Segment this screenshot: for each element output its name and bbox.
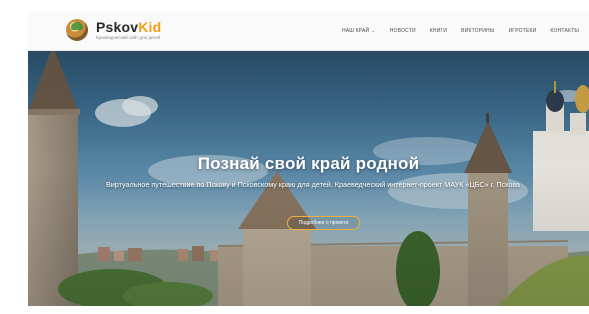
hero-title: Познай свой край родной xyxy=(197,154,420,173)
site-logo[interactable]: PskovKid Краеведческий сайт для детей xyxy=(66,19,161,41)
page-frame: PskovKid Краеведческий сайт для детей НА… xyxy=(28,12,589,306)
nav-item-contacts[interactable]: КОНТАКТЫ xyxy=(550,28,579,34)
logo-title: PskovKid xyxy=(96,20,161,34)
hero-overlay xyxy=(28,51,589,306)
logo-title-part1: Pskov xyxy=(96,18,139,35)
nav-item-books[interactable]: КНИГИ xyxy=(430,28,447,34)
hero-banner: Познай свой край родной Виртуальное путе… xyxy=(28,51,589,306)
logo-title-part2: Kid xyxy=(138,18,162,35)
nav-item-our-region[interactable]: НАШ КРАЙ ⌄ xyxy=(342,28,376,34)
site-header: PskovKid Краеведческий сайт для детей НА… xyxy=(28,12,589,51)
main-nav: НАШ КРАЙ ⌄ НОВОСТИ КНИГИ ВИКТОРИНЫ ИГРОТЕ… xyxy=(342,28,579,34)
nav-item-games[interactable]: ИГРОТЕКИ xyxy=(509,28,537,34)
logo-subtitle: Краеведческий сайт для детей xyxy=(96,34,161,40)
nav-item-quizzes[interactable]: ВИКТОРИНЫ xyxy=(461,28,494,34)
hero-subtitle: Виртуальное путешествие по Пскову и Пско… xyxy=(105,180,521,189)
chevron-down-icon: ⌄ xyxy=(371,28,376,34)
nav-item-label: НАШ КРАЙ xyxy=(341,28,370,34)
nav-item-news[interactable]: НОВОСТИ xyxy=(390,28,416,34)
learn-more-button[interactable]: Подробнее о проекте xyxy=(287,216,360,230)
kremlin-logo-icon xyxy=(66,19,88,41)
logo-text: PskovKid Краеведческий сайт для детей xyxy=(96,20,161,41)
